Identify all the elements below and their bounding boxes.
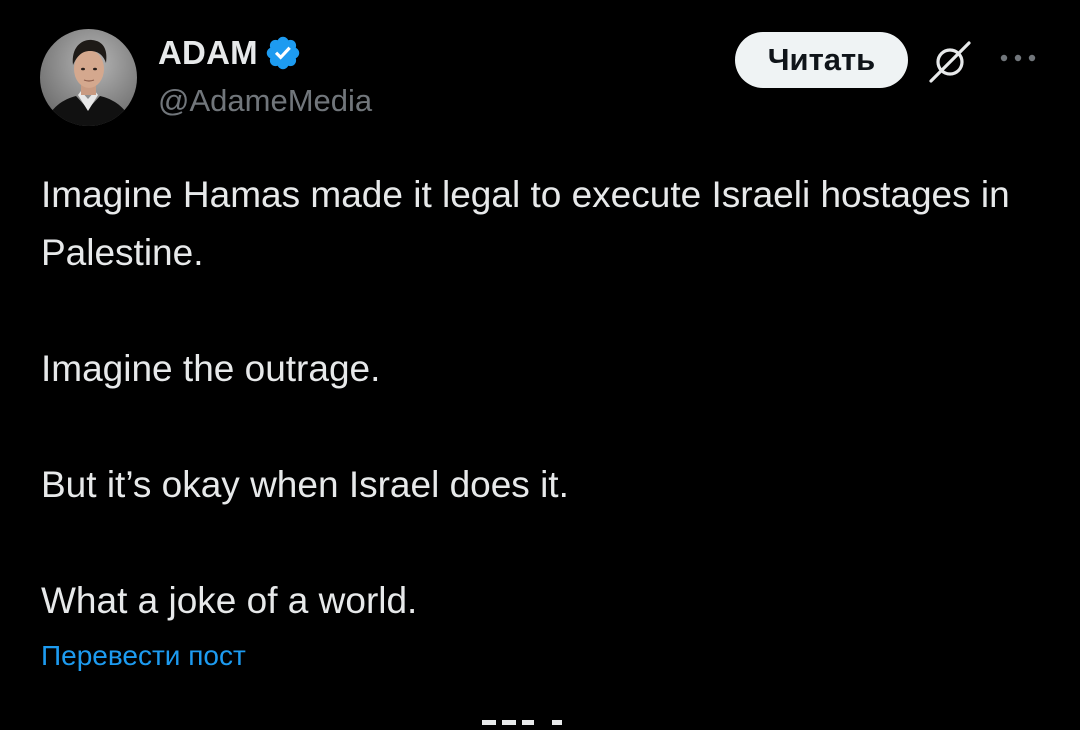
tweet-paragraph: Imagine the outrage. (41, 348, 381, 389)
read-button[interactable]: Читать (735, 32, 908, 88)
tweet-paragraph: Imagine Hamas made it legal to execute I… (41, 174, 1010, 273)
tweet-text: Imagine Hamas made it legal to execute I… (41, 166, 1031, 630)
author-name-row[interactable]: ADAM (158, 33, 302, 73)
grok-icon[interactable] (928, 40, 972, 84)
avatar-image (44, 39, 133, 126)
author-display-name[interactable]: ADAM (158, 34, 258, 72)
tweet-paragraph: But it’s okay when Israel does it. (41, 464, 569, 505)
more-horizontal-icon[interactable] (998, 50, 1038, 66)
truncated-content-edge (482, 712, 566, 725)
author-handle[interactable]: @AdameMedia (158, 83, 372, 119)
avatar[interactable] (40, 29, 137, 126)
translate-post-link[interactable]: Перевести пост (41, 640, 246, 672)
verified-badge-icon[interactable] (264, 34, 302, 72)
tweet-paragraph: What a joke of a world. (41, 580, 418, 621)
